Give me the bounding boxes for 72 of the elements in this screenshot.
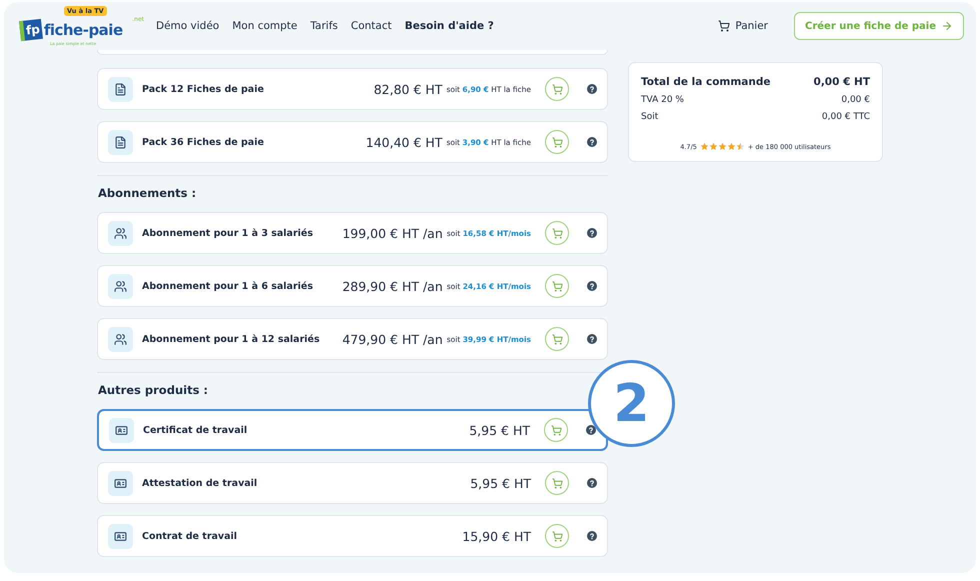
- product-name: Pack 12 Fiches de paie: [142, 84, 265, 94]
- help-icon[interactable]: [587, 84, 597, 94]
- product-price: 199,00 € HT /an: [342, 226, 443, 240]
- certificate-icon: [114, 476, 127, 490]
- product-name: Abonnement pour 1 à 6 salariés: [142, 280, 314, 292]
- product-price: 140,40 € HT: [366, 134, 442, 150]
- summary-value: 0,00 € HT: [814, 76, 870, 88]
- product-price: 5,95 € HT: [469, 422, 530, 438]
- star-icon: [700, 142, 709, 151]
- help-icon[interactable]: [587, 137, 597, 147]
- product-price: 82,80 € HT: [374, 82, 442, 96]
- summary-value: 0,00 €: [841, 95, 870, 105]
- product-name: Abonnement pour 1 à 3 salariés: [142, 228, 314, 238]
- logo-initials: fp: [19, 18, 43, 42]
- summary-label: Soit: [641, 112, 658, 122]
- star-icon: [718, 142, 727, 151]
- cart-icon: [552, 334, 562, 344]
- summary-label: TVA 20 %: [641, 95, 684, 105]
- product-name: Contrat de travail: [142, 530, 238, 542]
- add-to-cart-button[interactable]: [545, 471, 569, 495]
- cart-link[interactable]: Panier: [718, 20, 768, 32]
- section-title: Autres produits :: [98, 383, 210, 398]
- product-price: 479,90 € HT /an: [342, 332, 443, 346]
- certificate-icon: [115, 424, 128, 436]
- help-icon[interactable]: [587, 478, 597, 488]
- cart-icon: [552, 478, 562, 488]
- product-name: Abonnement pour 1 à 12 salariés: [142, 334, 321, 344]
- document-icon: [114, 136, 127, 148]
- summary-value: 0,00 € TTC: [822, 112, 870, 122]
- product-price: 289,90 € HT /an: [342, 278, 443, 294]
- logo-name: fiche-paie: [44, 23, 123, 38]
- nav-link[interactable]: Besoin d'aide ?: [404, 20, 494, 32]
- product-name: Certificat de travail: [143, 424, 248, 436]
- add-to-cart-button[interactable]: [545, 327, 569, 351]
- help-icon[interactable]: [587, 228, 597, 238]
- document-icon: [114, 82, 127, 96]
- cart-icon: [550, 424, 562, 436]
- cart-icon: [552, 280, 562, 292]
- product-price: 15,90 € HT: [462, 528, 531, 544]
- product-name: Pack 36 Fiches de paie: [142, 136, 265, 148]
- arrow-right-icon: [941, 20, 953, 32]
- help-icon[interactable]: [587, 334, 597, 344]
- star-icon: [708, 142, 718, 151]
- add-to-cart-button[interactable]: [545, 221, 569, 245]
- cart-icon: [552, 530, 562, 542]
- product-name: Attestation de travail: [142, 478, 258, 488]
- cart-icon: [552, 84, 562, 94]
- users-icon: [114, 280, 127, 292]
- nav-link[interactable]: Démo vidéo: [156, 20, 220, 32]
- cart-icon: [718, 20, 730, 32]
- nav-link[interactable]: Mon compte: [232, 20, 298, 32]
- add-to-cart-button[interactable]: [545, 130, 569, 154]
- nav-link[interactable]: Tarifs: [310, 20, 338, 32]
- help-icon[interactable]: [587, 531, 597, 541]
- add-to-cart-button[interactable]: [545, 77, 569, 101]
- cart-icon: [552, 136, 562, 148]
- certificate-icon: [114, 530, 127, 542]
- add-to-cart-button[interactable]: [544, 418, 568, 442]
- cart-icon: [552, 228, 562, 238]
- summary-label: Total de la commande: [641, 76, 770, 88]
- star-icon: [726, 142, 736, 151]
- add-to-cart-button[interactable]: [545, 524, 569, 548]
- nav-link[interactable]: Contact: [350, 20, 392, 32]
- star-icon: [736, 142, 745, 151]
- users-icon: [114, 332, 127, 346]
- step-number-callout: 2: [588, 360, 675, 447]
- add-to-cart-button[interactable]: [545, 274, 569, 298]
- users-icon: [114, 226, 127, 240]
- section-title: Abonnements :: [98, 186, 198, 201]
- product-price: 5,95 € HT: [470, 476, 531, 490]
- help-icon[interactable]: [586, 425, 596, 435]
- help-icon[interactable]: [587, 281, 597, 291]
